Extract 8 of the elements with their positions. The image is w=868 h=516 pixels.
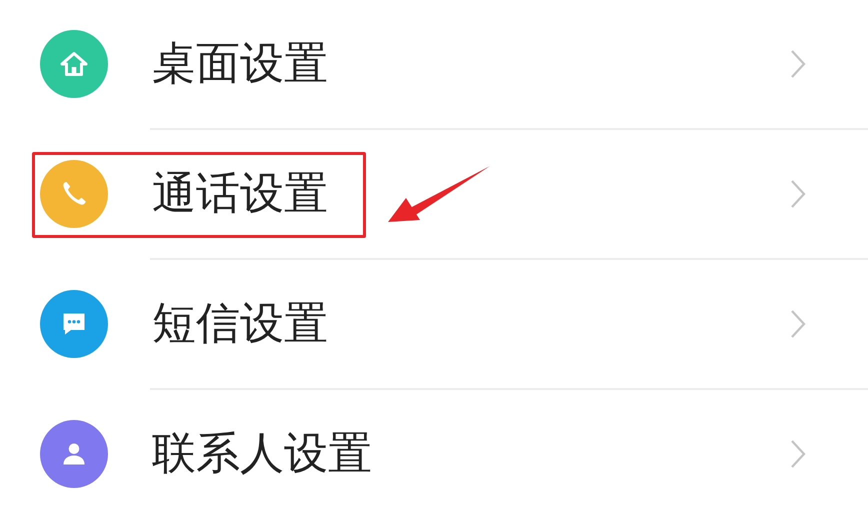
setting-label[interactable]: 通话设置 xyxy=(152,172,328,216)
chevron-right-icon[interactable] xyxy=(790,49,806,79)
setting-label[interactable]: 短信设置 xyxy=(152,302,328,346)
chevron-right-icon[interactable] xyxy=(790,179,806,209)
setting-label[interactable]: 桌面设置 xyxy=(152,42,328,86)
chevron-right-icon[interactable] xyxy=(790,309,806,339)
chevron-right-icon[interactable] xyxy=(790,439,806,469)
setting-label[interactable]: 联系人设置 xyxy=(152,432,372,476)
